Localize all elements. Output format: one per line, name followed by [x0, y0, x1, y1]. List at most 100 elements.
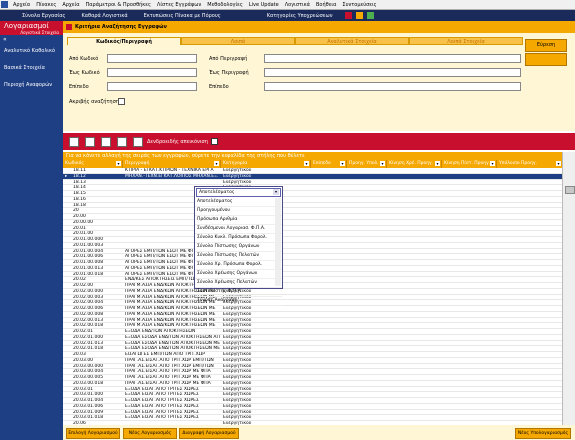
- row-indicator: [63, 220, 71, 225]
- menu-item[interactable]: Λογιστικά: [282, 2, 313, 8]
- scrollbar-thumb[interactable]: [565, 186, 575, 194]
- menu-item[interactable]: Πίνακες: [33, 2, 59, 8]
- tab-other-data[interactable]: Λοιπά Στοιχεία: [409, 37, 523, 45]
- toolbar-item[interactable]: Σύνολα Εργασίας: [0, 13, 73, 19]
- select-account-button[interactable]: Επιλογή Λογαριασμού: [66, 428, 120, 439]
- col-header-debit-prev[interactable]: Κίνηση Χρέ. Προηγ. ▾: [387, 160, 442, 168]
- collapse-icon[interactable]: «: [0, 35, 63, 45]
- menu-item[interactable]: Βοήθεια: [313, 2, 339, 8]
- cell-category: Ενεργητικού: [223, 369, 252, 374]
- popup-item[interactable]: Αποτελέσματος: [195, 198, 282, 207]
- menu-item[interactable]: Συντομεύσεις: [339, 2, 379, 8]
- tree-view-checkbox[interactable]: [210, 138, 218, 145]
- level2-input[interactable]: [264, 82, 521, 91]
- sidebar-item-reports[interactable]: Περιοχή Αναφορών: [0, 79, 63, 96]
- menu-item[interactable]: Αρχεία: [10, 2, 33, 8]
- cell-code: 20.03.00: [73, 357, 94, 363]
- cell-description: ΕΞΟΔΑ ΕΝΔ/ΤΩΝ ΑΠΟΚΤΗΣΕΩΝ: [125, 329, 196, 334]
- menu-item[interactable]: Μεθοδολογίες: [204, 2, 246, 8]
- print-icon[interactable]: [133, 136, 143, 147]
- new-subaccount-button[interactable]: Νέος Υπολογαριασμός: [515, 428, 571, 439]
- menu-item[interactable]: Λίστες Εγγράφων: [154, 2, 204, 8]
- cell-category: Ενεργητικού: [223, 363, 252, 369]
- sidebar-item-basic-data[interactable]: Βασικά Στοιχεία: [0, 62, 63, 79]
- col-header-level[interactable]: Επίπεδο ▾: [311, 160, 347, 168]
- exact-search-label: Ακριβής αναζήτηση: [69, 99, 119, 105]
- criteria-panel: Κωδικός/Περιγραφή Λοιπά Αναλυτικά Στοιχε…: [63, 33, 575, 131]
- col-header-description[interactable]: Περιγραφή ▾: [123, 160, 221, 168]
- popup-item[interactable]: Συνδέσμενοι Λογαριασ. Φ.Π.Α.: [195, 225, 282, 234]
- row-indicator: [63, 392, 71, 397]
- popup-item[interactable]: Σύνολο Πίστωσης Οργάνων: [195, 243, 282, 252]
- tab-analytic[interactable]: Αναλυτικά Στοιχεία: [295, 37, 409, 45]
- col-header-code[interactable]: Κωδικός ▾: [63, 160, 123, 168]
- cell-code: 20.03.01: [73, 386, 94, 392]
- cell-code: 18.16: [73, 196, 86, 202]
- column-chooser-popup: Αποτελέσματος ▾ Αποτελέσματος Προηγουμένου…: [194, 186, 283, 306]
- row-indicator: [63, 289, 71, 294]
- search-button[interactable]: Εύρεση: [525, 39, 567, 52]
- popup-item[interactable]: Σύνολο Χρέωσης Οργάνων: [195, 270, 282, 279]
- cell-code: 20.02.01.000: [73, 334, 104, 340]
- popup-item[interactable]: Σύνολο Χρέωσης Πελατών: [195, 279, 282, 288]
- settings-icon[interactable]: [355, 12, 363, 19]
- tab-code-description[interactable]: Κωδικός/Περιγραφή: [67, 37, 181, 45]
- new-account-button[interactable]: Νέος Λογαριασμός: [123, 428, 177, 439]
- col-header-category[interactable]: Κατηγορία ▾: [221, 160, 311, 168]
- menu-item[interactable]: Live Update: [246, 2, 282, 8]
- menu-item[interactable]: Παράμετροι & Προσθήκες: [83, 2, 154, 8]
- row-indicator: [63, 415, 71, 420]
- from-code-input[interactable]: [107, 54, 197, 63]
- to-code-input[interactable]: [107, 68, 197, 77]
- popup-item[interactable]: Πρόσωπα Αριθμία: [195, 216, 282, 225]
- menu-item[interactable]: Αρχεία: [59, 2, 82, 8]
- col-header-credit-prev[interactable]: Κίνηση Πίστ. Προηγ. ▾: [442, 160, 497, 168]
- popup-item[interactable]: Σύνολο Χρ. Πρόσωπα Φορολ.: [195, 261, 282, 270]
- cell-description: ΠΡΑΓ.ΑΣ.ΕΙΣΑΓ.ΑΠΟ ΤΡΙΤ.ΧΩΡ ΜΕ ΦΠΑ: [125, 369, 211, 374]
- row-indicator: [63, 323, 71, 328]
- popup-item[interactable]: Συντελεστής Φ.Π.Α.: [195, 288, 282, 297]
- toolbar-item[interactable]: Εκτυπώσεις Πίνακα με Πόρους: [136, 13, 229, 19]
- cell-code: 18.15: [73, 191, 86, 196]
- row-indicator: [63, 346, 71, 351]
- chevron-down-icon[interactable]: ▾: [273, 189, 279, 195]
- col-header-prev-balance[interactable]: Προηγ. Υπολ. ▾: [347, 160, 387, 168]
- to-desc-input[interactable]: [264, 68, 521, 77]
- cell-category: Ενεργητικού: [223, 173, 252, 179]
- popup-item[interactable]: Προηγουμένου: [195, 207, 282, 216]
- sidebar-item-general-ledger[interactable]: Αναλυτικό Καθολικό: [0, 45, 63, 62]
- popup-item[interactable]: Σύνολο Πίστωσης Πελατών: [195, 252, 282, 261]
- cell-code: 20.03.00.018: [73, 380, 104, 386]
- refresh-icon[interactable]: [366, 12, 374, 19]
- copy-icon[interactable]: [69, 136, 79, 147]
- edit-icon[interactable]: [85, 136, 95, 147]
- vertical-scrollbar[interactable]: [562, 152, 575, 438]
- new-icon[interactable]: [117, 136, 127, 147]
- sidebar: Λογαριασμοί Λογιστικά Στοιχεία « Αναλυτι…: [0, 21, 63, 440]
- popup-item[interactable]: Συνοπτ.Ανάγραφη: [195, 297, 282, 306]
- row-indicator: [63, 358, 71, 363]
- cell-code: 20.00: [73, 214, 86, 219]
- close-icon[interactable]: [344, 12, 352, 19]
- level-input[interactable]: [107, 82, 197, 91]
- tab-other[interactable]: Λοιπά: [181, 37, 295, 45]
- row-indicator: [63, 341, 71, 346]
- exact-search-checkbox[interactable]: [118, 98, 125, 105]
- clear-button[interactable]: Καθαρισμός: [525, 53, 567, 66]
- row-indicator: [63, 185, 71, 190]
- toolbar-item[interactable]: Καθαρά Λογιστικά: [73, 13, 135, 19]
- cell-description: ΠΡΑΓ.ΑΣ.ΕΙΣΑΓ.ΑΠΟ ΤΡΙΤ.ΧΩΡ ΕΜΠ/ΤΩΝ: [125, 357, 214, 363]
- cell-code: 20.02.00.004: [73, 300, 104, 305]
- delete-icon[interactable]: [101, 136, 111, 147]
- popup-selected[interactable]: Αποτελέσματος ▾: [196, 188, 281, 197]
- delete-account-button[interactable]: Διαγραφή Λογαριασμού: [179, 428, 239, 439]
- popup-item[interactable]: Σύνολο Κυκλ. Πρόσωπα Φορολ.: [195, 234, 282, 243]
- toolbar-item[interactable]: Κατηγορίες Υποχρεώσεων: [259, 13, 341, 19]
- popup-scrollbar[interactable]: [275, 198, 281, 286]
- cell-code: 20: [73, 208, 79, 213]
- from-desc-input[interactable]: [264, 54, 521, 63]
- cell-code: 20.02.01.013: [73, 340, 104, 346]
- row-indicator: [63, 237, 71, 242]
- action-bar: Δενδροειδής απεικόνιση: [63, 133, 575, 150]
- col-header-balance-prev[interactable]: Υπόλοιπο Προηγ. ▾: [497, 160, 563, 168]
